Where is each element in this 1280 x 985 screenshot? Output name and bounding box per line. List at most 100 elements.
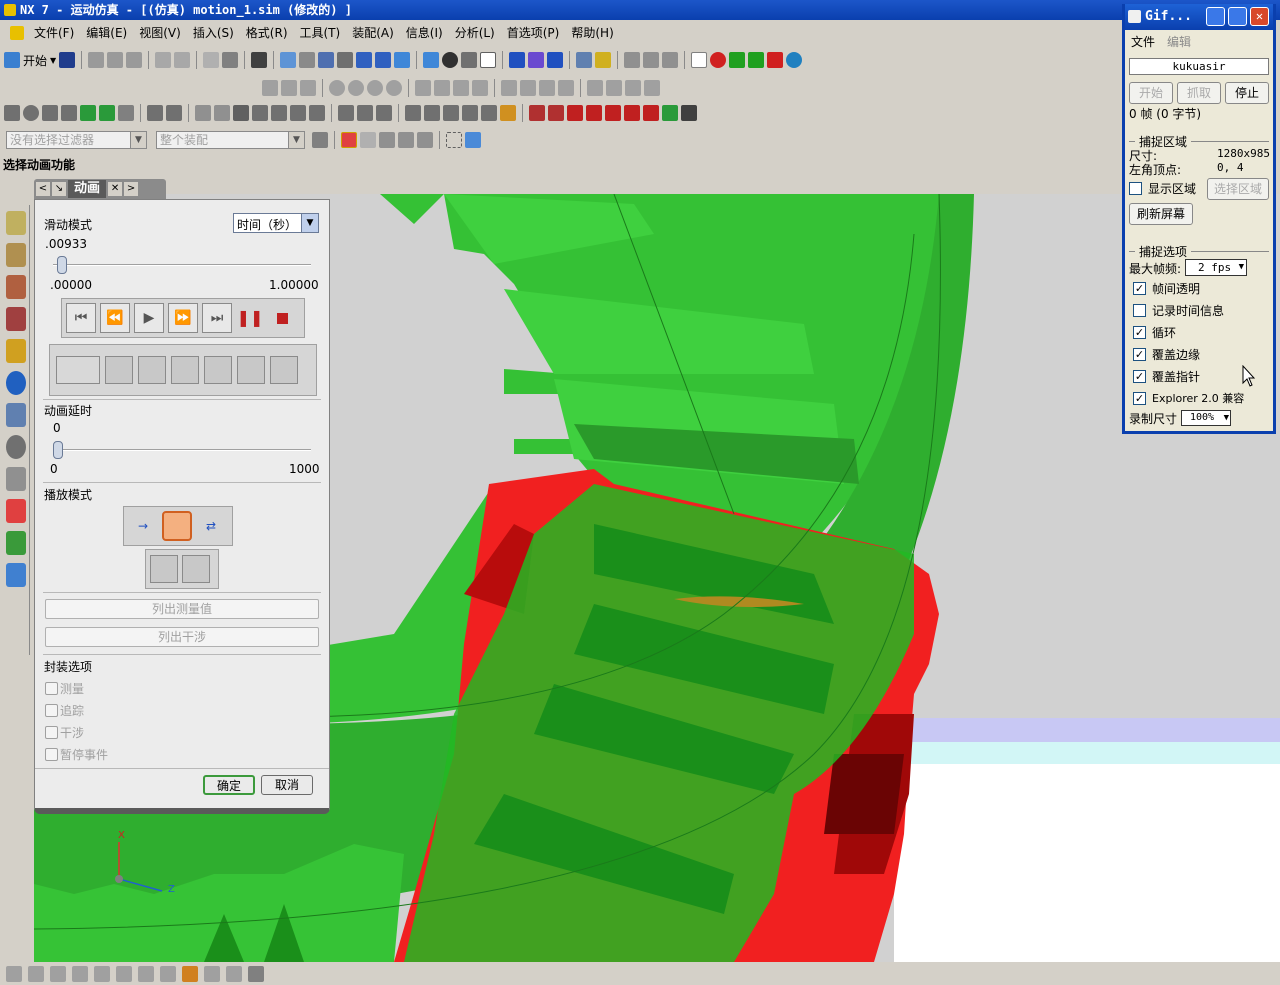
layer-icon[interactable] xyxy=(528,52,545,68)
gif-option-row[interactable]: ✓ 循环 xyxy=(1133,324,1176,341)
checkbox-box[interactable] xyxy=(45,726,58,739)
explode-icon[interactable] xyxy=(443,105,459,121)
gif-option-row[interactable]: 记录时间信息 xyxy=(1133,302,1224,319)
feature-icon[interactable] xyxy=(379,132,395,148)
menu-analysis[interactable]: 分析(L) xyxy=(449,22,501,44)
menu-format[interactable]: 格式(R) xyxy=(240,22,294,44)
interference-checkbox[interactable]: 干涉 xyxy=(45,724,84,741)
text-icon[interactable] xyxy=(453,80,469,96)
snap-quadrant-icon[interactable] xyxy=(116,965,132,982)
undo-icon[interactable] xyxy=(155,52,172,68)
snap-point-icon[interactable] xyxy=(341,132,357,148)
history-icon[interactable] xyxy=(5,403,26,427)
checkbox-box[interactable] xyxy=(1129,182,1142,195)
save-icon[interactable] xyxy=(59,52,76,68)
start-icon[interactable] xyxy=(4,52,20,68)
maximize-button[interactable] xyxy=(1228,7,1247,26)
pan-icon[interactable] xyxy=(375,52,392,68)
play-icon[interactable] xyxy=(567,105,583,121)
delay-slider-track[interactable] xyxy=(53,449,311,451)
menu-tools[interactable]: 工具(T) xyxy=(294,22,347,44)
edit-curve-icon[interactable] xyxy=(587,80,603,96)
pause-icon[interactable] xyxy=(624,105,640,121)
loop-button[interactable] xyxy=(162,511,192,541)
ping-pong-button[interactable]: ⇄ xyxy=(196,519,226,533)
max-fps-select[interactable]: 2 fps ▼ xyxy=(1185,259,1247,276)
gif-start-button[interactable]: 开始 xyxy=(1129,82,1173,104)
checkbox-box[interactable] xyxy=(45,748,58,761)
select-icon[interactable] xyxy=(576,52,593,68)
checkbox-box[interactable]: ✓ xyxy=(1133,282,1146,295)
fast-forward-button[interactable]: ⏭ xyxy=(202,303,232,333)
trace-checkbox[interactable]: 追踪 xyxy=(45,702,84,719)
pointer-icon[interactable] xyxy=(786,52,803,68)
rotate-icon[interactable] xyxy=(356,52,373,68)
joint-icon[interactable] xyxy=(23,105,39,121)
ok-button[interactable]: 确定 xyxy=(203,775,255,795)
chevron-left-icon[interactable]: < xyxy=(36,182,50,196)
selection-filter-select[interactable]: 没有选择过滤器 ▼ xyxy=(6,131,147,149)
wcs-icon[interactable] xyxy=(509,52,526,68)
menu-help[interactable]: 帮助(H) xyxy=(565,22,619,44)
stop-icon[interactable] xyxy=(643,105,659,121)
project-icon[interactable] xyxy=(644,80,660,96)
fit-icon[interactable] xyxy=(280,52,297,68)
select-region-button[interactable]: 选择区域 xyxy=(1207,178,1269,200)
menu-info[interactable]: 信息(I) xyxy=(400,22,449,44)
rectangle-icon[interactable] xyxy=(434,80,450,96)
explode-button[interactable] xyxy=(171,356,199,384)
chevron-down-icon[interactable]: ▼ xyxy=(1224,411,1229,425)
gif-option-row[interactable]: ✓ 帧间透明 xyxy=(1133,280,1200,297)
copy-icon[interactable] xyxy=(107,52,124,68)
polygon-icon[interactable] xyxy=(415,80,431,96)
gif-stop-button[interactable]: 停止 xyxy=(1225,82,1269,104)
sheet-icon[interactable] xyxy=(691,52,708,68)
snap-settings-icon[interactable] xyxy=(248,965,264,982)
checkbox-box[interactable] xyxy=(1133,304,1146,317)
checkbox-box[interactable]: ✓ xyxy=(1133,326,1146,339)
chevron-down-icon[interactable]: ▼ xyxy=(130,132,146,148)
app-menu-icon[interactable] xyxy=(10,26,24,40)
arc-icon[interactable] xyxy=(281,80,297,96)
pose-b-button[interactable] xyxy=(182,555,210,583)
menu-view[interactable]: 视图(V) xyxy=(133,22,187,44)
export-movie-icon[interactable] xyxy=(662,105,678,121)
trim-icon[interactable] xyxy=(501,80,517,96)
ruler-icon[interactable] xyxy=(643,52,660,68)
step-forward-button[interactable]: ⏩ xyxy=(168,303,198,333)
snapshot-button[interactable] xyxy=(105,356,133,384)
paint-icon[interactable] xyxy=(203,52,220,68)
gif-option-row[interactable]: ✓ 覆盖指针 xyxy=(1133,368,1200,385)
zoom-icon[interactable] xyxy=(318,52,335,68)
reuse-library-icon[interactable] xyxy=(5,339,26,363)
line-icon[interactable] xyxy=(262,80,278,96)
graph-icon[interactable] xyxy=(405,105,421,121)
chevron-down-icon[interactable]: ▼ xyxy=(301,214,318,232)
angle-icon[interactable] xyxy=(662,52,679,68)
face-analysis-icon[interactable] xyxy=(442,52,459,68)
tracer-button[interactable] xyxy=(138,356,166,384)
spring-icon[interactable] xyxy=(118,105,134,121)
solver-icon[interactable] xyxy=(338,105,354,121)
paste-icon[interactable] xyxy=(126,52,143,68)
step-back-icon[interactable] xyxy=(548,105,564,121)
perspective-icon[interactable] xyxy=(394,52,411,68)
play-once-button[interactable]: → xyxy=(128,519,158,533)
chevron-down-icon[interactable]: ▼ xyxy=(288,132,304,148)
part-navigator-icon[interactable] xyxy=(5,243,26,267)
checkbox-box[interactable] xyxy=(45,682,58,695)
pause-event-checkbox[interactable]: 暂停事件 xyxy=(45,746,108,763)
gif-menu-file[interactable]: 文件 xyxy=(1131,33,1155,50)
flag-icon[interactable] xyxy=(233,105,249,121)
gif-option-row[interactable]: ✓ Explorer 2.0 兼容 xyxy=(1133,390,1244,406)
contact-icon[interactable] xyxy=(147,105,163,121)
spline-icon[interactable] xyxy=(300,80,316,96)
palette-icon[interactable] xyxy=(5,499,26,523)
checkbox-box[interactable]: ✓ xyxy=(1133,370,1146,383)
red-part-icon[interactable] xyxy=(710,52,727,68)
roles-icon[interactable] xyxy=(5,531,26,555)
image-icon[interactable] xyxy=(5,563,26,587)
arrow-right-green-icon[interactable] xyxy=(99,105,115,121)
motion-navigator-icon[interactable] xyxy=(5,275,26,299)
web-browser-icon[interactable] xyxy=(5,371,26,395)
